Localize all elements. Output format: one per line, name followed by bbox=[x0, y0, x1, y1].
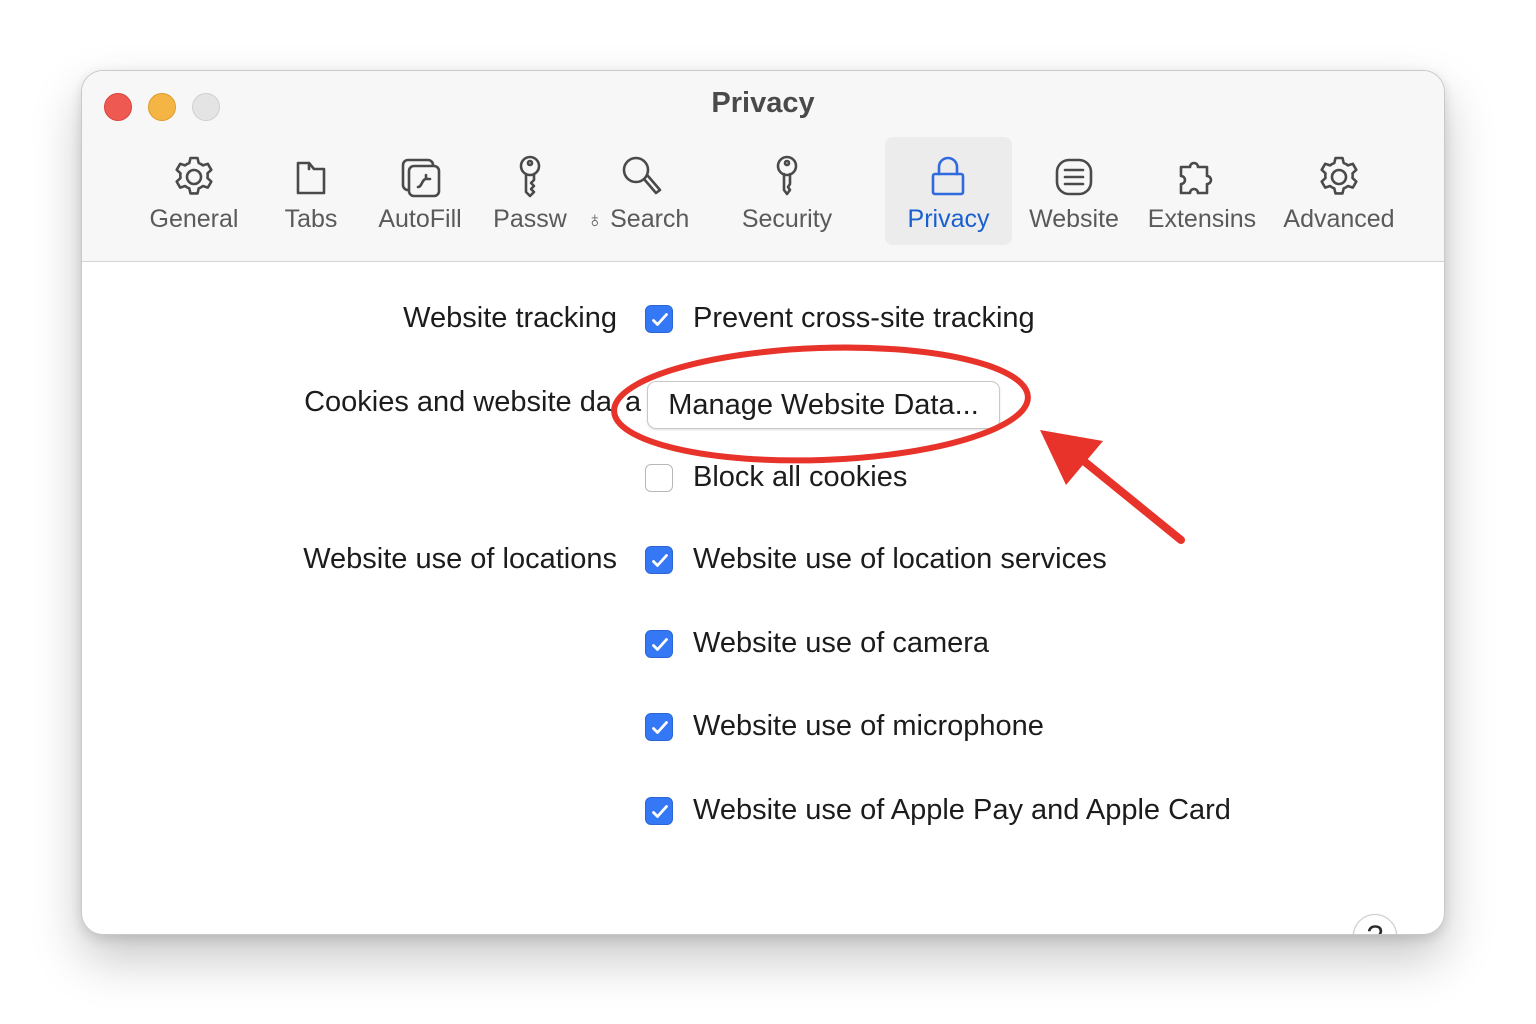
tab-label: Security bbox=[741, 205, 833, 233]
tab-autofill[interactable]: AutoFill bbox=[370, 137, 470, 245]
tab-tabs[interactable]: Tabs bbox=[274, 137, 348, 245]
list-icon bbox=[1055, 158, 1093, 196]
tab-website[interactable]: Website bbox=[1024, 137, 1124, 245]
camera-label: Website use of camera bbox=[693, 627, 990, 659]
tab-privacy[interactable]: Privacy bbox=[885, 137, 1012, 245]
key-icon bbox=[519, 155, 541, 198]
location-services-label: Website use of location services bbox=[693, 543, 1107, 575]
gear-icon bbox=[1320, 156, 1358, 195]
microphone-label: Website use of microphone bbox=[693, 710, 1044, 742]
tab-extensions[interactable]: Extensins bbox=[1140, 137, 1264, 245]
key-icon bbox=[776, 155, 798, 196]
prevent-tracking-label: Prevent cross-site tracking bbox=[693, 302, 1035, 334]
autofill-icon bbox=[401, 158, 441, 198]
website-tracking-label: Website tracking bbox=[403, 302, 617, 334]
tab-label: Advanced bbox=[1283, 205, 1395, 233]
website-locations-label: Website use of locations bbox=[303, 543, 617, 575]
tab-label: Privacy bbox=[907, 205, 990, 233]
tabs-icon bbox=[296, 161, 326, 195]
checkmark-icon bbox=[652, 638, 668, 651]
camera-checkbox[interactable] bbox=[645, 630, 673, 658]
tab-general[interactable]: General bbox=[138, 137, 250, 245]
tab-passwords[interactable]: Passw bbox=[488, 137, 572, 245]
block-cookies-checkbox[interactable] bbox=[645, 464, 673, 492]
manage-website-data-button[interactable]: Manage Website Data... bbox=[647, 381, 1000, 429]
tab-advanced[interactable]: Advanced bbox=[1278, 137, 1400, 245]
tab-label: AutoFill bbox=[378, 205, 462, 233]
magnifier-icon bbox=[622, 156, 662, 195]
preferences-window: Privacy General Tabs AutoFill Passw ♁ Se… bbox=[81, 70, 1445, 935]
tab-label: Tabs bbox=[284, 205, 338, 233]
window-title: Privacy bbox=[711, 87, 815, 119]
tab-label: ♁ Search bbox=[578, 205, 698, 234]
tab-label: Extensins bbox=[1147, 205, 1257, 233]
apple-pay-checkbox[interactable] bbox=[645, 797, 673, 825]
checkmark-icon bbox=[652, 554, 668, 567]
search-flame-icon: ♁ bbox=[586, 207, 604, 232]
prevent-tracking-checkbox[interactable] bbox=[645, 305, 673, 333]
cookies-label: Cookies and website da bbox=[304, 386, 612, 418]
lock-icon bbox=[931, 156, 965, 196]
checkmark-icon bbox=[652, 721, 668, 734]
toolbar: Privacy General Tabs AutoFill Passw ♁ Se… bbox=[82, 71, 1444, 262]
tab-search-label: Search bbox=[610, 205, 690, 233]
tab-label: General bbox=[149, 205, 239, 233]
tab-label: Passw bbox=[493, 205, 567, 233]
tab-label: Website bbox=[1029, 205, 1119, 233]
tab-search[interactable]: ♁ Search bbox=[578, 137, 698, 245]
checkmark-icon bbox=[652, 805, 668, 818]
cookies-label-tail: a bbox=[625, 386, 642, 418]
microphone-checkbox[interactable] bbox=[645, 713, 673, 741]
checkmark-icon bbox=[652, 313, 668, 326]
tab-security[interactable]: Security bbox=[730, 137, 844, 245]
location-services-checkbox[interactable] bbox=[645, 546, 673, 574]
block-cookies-label: Block all cookies bbox=[693, 461, 908, 493]
privacy-pane: Website tracking Prevent cross-site trac… bbox=[82, 262, 1444, 934]
apple-pay-label: Website use of Apple Pay and Apple Card bbox=[693, 794, 1231, 826]
gear-icon bbox=[175, 156, 213, 195]
puzzle-icon bbox=[1179, 161, 1213, 195]
help-button[interactable]: ? bbox=[1353, 914, 1397, 934]
